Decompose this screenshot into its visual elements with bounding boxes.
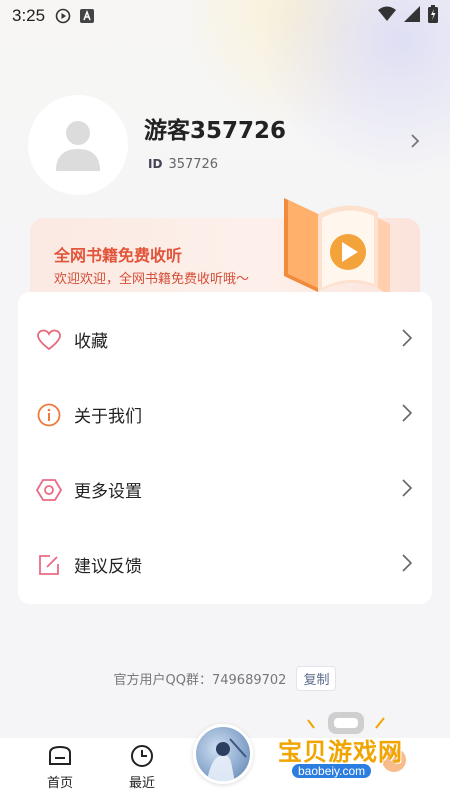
chevron-right-icon [402,403,413,426]
id-label: ID [148,157,163,171]
menu-item-about[interactable]: 关于我们 [18,377,432,452]
nav-recent[interactable]: 最近 [112,744,172,791]
avatar[interactable] [28,95,128,195]
watermark-url: baobeiy.com [292,764,372,778]
book-play-illustration [278,192,426,306]
id-value: 357726 [168,157,219,172]
chevron-right-icon [402,553,413,576]
battery-icon [428,5,438,27]
home-icon [49,745,71,765]
copy-button[interactable]: 复制 [296,666,337,691]
user-id: ID 357726 [148,157,218,172]
status-bar: 3:25 [0,0,450,32]
chevron-right-icon [402,328,413,351]
menu-label: 更多设置 [74,482,142,502]
watermark-logo: 宝贝游戏网 baobeiy.com [272,712,422,784]
chevron-right-icon [402,478,413,501]
nav-home-label: 首页 [46,776,73,791]
nav-home[interactable]: 首页 [30,744,90,791]
menu-card: 收藏 关于我们 更多设置 建议反馈 [18,292,432,604]
qq-group-text: 官方用户QQ群：749689702 [113,673,287,688]
menu-label: 关于我们 [74,407,142,427]
edit-icon [36,552,62,578]
status-right-icons [378,5,438,27]
signal-icon [404,6,420,26]
menu-label: 建议反馈 [74,557,142,577]
play-circle-icon [55,8,71,24]
profile-header[interactable]: 游客357726 ID 357726 [28,95,428,195]
a-box-icon [79,8,95,24]
heart-icon [36,327,62,353]
watermark-text: 宝贝游戏网 [278,738,403,766]
status-time: 3:25 [12,6,46,25]
username: 游客357726 [144,118,287,144]
qq-group-row: 官方用户QQ群：749689702 复制 [0,666,450,691]
info-icon [36,402,62,428]
chevron-right-icon[interactable] [410,133,420,153]
user-silhouette-icon [56,121,100,171]
clock-icon [131,745,153,767]
banner-title: 全网书籍免费收听 [54,246,183,265]
menu-item-settings[interactable]: 更多设置 [18,452,432,527]
banner-subtitle: 欢迎欢迎，全网书籍免费收听哦～ [54,272,250,287]
menu-label: 收藏 [74,332,108,352]
menu-item-favorites[interactable]: 收藏 [18,302,432,377]
nav-recent-label: 最近 [128,776,155,791]
menu-item-feedback[interactable]: 建议反馈 [18,527,432,602]
settings-icon [36,477,62,503]
wifi-icon [378,6,396,26]
now-playing-cover[interactable] [193,724,253,784]
